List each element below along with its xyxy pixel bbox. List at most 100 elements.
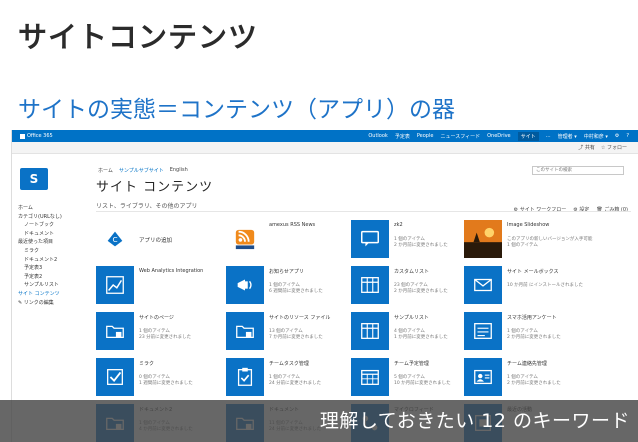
app-tile[interactable]: チームタスク管理 1 個のアイテム 24 分前に変更されました xyxy=(226,358,356,398)
contact-icon[interactable] xyxy=(464,358,502,396)
app-tile-title[interactable]: Web Analytics Integration xyxy=(139,268,203,274)
app-tile-title[interactable]: amexus RSS News xyxy=(269,222,315,228)
page-title: サイト コンテンツ xyxy=(96,180,214,195)
app-tile[interactable]: サイト メールボックス 10 か月前 にインストールされました xyxy=(464,266,594,306)
office365-brand[interactable]: Office 365 xyxy=(20,133,53,139)
leftnav-item[interactable]: ノートブック xyxy=(18,221,90,230)
suite-link[interactable]: People xyxy=(417,133,434,139)
leftnav-item[interactable]: ホーム xyxy=(18,204,90,213)
app-tile[interactable]: サイトのリソース ファイル 13 個のアイテム 7 か月前に変更されました xyxy=(226,312,356,352)
calendar-icon[interactable] xyxy=(351,358,389,396)
breadcrumb-lang[interactable]: English xyxy=(170,167,188,174)
sharepoint-logo[interactable]: S xyxy=(20,168,48,190)
app-tile-title[interactable]: アプリの追加 xyxy=(139,236,172,244)
leftnav-item[interactable]: ドキュメント xyxy=(18,230,90,239)
breadcrumb-home[interactable]: ホーム xyxy=(98,167,113,174)
app-tile[interactable]: チーム連絡先管理 1 個のアイテム 2 か月前に変更されました xyxy=(464,358,594,398)
leftnav-item[interactable]: 最近使った項目 xyxy=(18,238,90,247)
rss-icon[interactable] xyxy=(226,220,264,258)
task-icon[interactable] xyxy=(226,358,264,396)
app-tile-meta: 10 か月前 にインストールされました xyxy=(507,283,583,288)
app-tile-meta: 7 か月前に変更されました xyxy=(269,335,323,340)
app-tile-title[interactable]: サイト メールボックス xyxy=(507,268,558,275)
list-icon[interactable] xyxy=(351,266,389,304)
leftnav-item[interactable]: 予定表3 xyxy=(18,264,90,273)
leftnav-item[interactable]: ドキュメント2 xyxy=(18,256,90,265)
app-tile[interactable]: お知らせアプリ 1 個のアイテム 6 週間前に変更されました xyxy=(226,266,356,306)
app-tile[interactable]: C アプリの追加 xyxy=(96,220,226,260)
suite-link[interactable]: Outlook xyxy=(368,133,387,139)
folder-icon[interactable] xyxy=(96,312,134,350)
search-input[interactable]: このサイトの検索 xyxy=(532,166,624,175)
app-tile[interactable]: ミラク 0 個のアイテム 1 週間前に変更されました xyxy=(96,358,226,398)
app-tile[interactable]: サイトのページ 1 個のアイテム 23 分前に変更されました xyxy=(96,312,226,352)
suite-link[interactable]: 中村和彦 ▾ xyxy=(584,133,608,140)
follow-button[interactable]: ☆ フォロー xyxy=(601,144,627,151)
app-tile-title[interactable]: チーム予定管理 xyxy=(394,360,429,367)
app-tile-title[interactable]: zk2 xyxy=(394,222,403,228)
app-tile-title[interactable]: サイトのページ xyxy=(139,314,174,321)
app-tile-meta: 24 分前に変更されました xyxy=(269,381,322,386)
app-tile-meta: 23 分前に変更されました xyxy=(139,335,192,340)
list-icon[interactable] xyxy=(351,312,389,350)
app-tile-title[interactable]: スマホ活用アンケート xyxy=(507,314,557,321)
app-tile[interactable]: amexus RSS News xyxy=(226,220,356,260)
leftnav-item[interactable]: 予定表2 xyxy=(18,273,90,282)
analytics-icon[interactable] xyxy=(96,266,134,304)
photo-icon[interactable] xyxy=(464,220,502,258)
app-tile-title[interactable]: サイトのリソース ファイル xyxy=(269,314,330,321)
app-tile-title[interactable]: サンプルリスト xyxy=(394,314,429,321)
leftnav-item[interactable]: ミラク xyxy=(18,247,90,256)
add-app-icon[interactable]: C xyxy=(96,220,134,258)
megaphone-icon[interactable] xyxy=(226,266,264,304)
survey-icon[interactable] xyxy=(464,312,502,350)
folder-icon[interactable] xyxy=(226,312,264,350)
app-tile-meta: 2 か月前に変更されました xyxy=(507,335,561,340)
app-tile[interactable]: Web Analytics Integration xyxy=(96,266,226,306)
suite-link[interactable]: ? xyxy=(626,133,629,139)
svg-text:C: C xyxy=(112,235,117,244)
suite-link[interactable]: OneDrive xyxy=(487,133,511,139)
brand-label: Office 365 xyxy=(27,133,53,139)
app-tile-title[interactable]: チームタスク管理 xyxy=(269,360,309,367)
app-tile[interactable]: チーム予定管理 5 個のアイテム 10 か月前に変更されました xyxy=(351,358,481,398)
recycle-label: ごみ箱 (0) xyxy=(604,207,628,213)
app-tile-meta: 10 か月前に変更されました xyxy=(394,381,451,386)
chat-icon[interactable] xyxy=(351,220,389,258)
app-tile-meta: 6 週間前に変更されました xyxy=(269,289,323,294)
app-tile[interactable]: zk2 1 個のアイテム 2 か月前に変更されました xyxy=(351,220,481,260)
slide-title: サイトコンテンツ xyxy=(18,20,259,54)
app-tile[interactable]: カスタムリスト 23 個のアイテム 2 か月前に変更されました xyxy=(351,266,481,306)
footer-caption: 理解しておきたい 12 のキーワード xyxy=(319,410,630,432)
share-button[interactable]: ⤴ 共有 xyxy=(578,144,595,151)
app-tile-meta: 1 か月前に変更されました xyxy=(394,335,448,340)
suite-link[interactable]: 予定表 xyxy=(395,133,410,140)
leftnav-item[interactable]: ✎ リンクの編集 xyxy=(18,299,90,308)
leftnav-item[interactable]: サイト コンテンツ xyxy=(18,290,90,299)
app-tile-title[interactable]: ミラク xyxy=(139,360,154,367)
breadcrumb-site[interactable]: サンプルサブサイト xyxy=(119,167,164,174)
app-tile[interactable]: サンプルリスト 4 個のアイテム 1 か月前に変更されました xyxy=(351,312,481,352)
leftnav-item[interactable]: サンプルリスト xyxy=(18,281,90,290)
suite-link[interactable]: ニュースフィード xyxy=(440,133,480,140)
follow-label: フォロー xyxy=(606,145,627,151)
left-navigation: ホーム カテゴリ(URLなし) ノートブック ドキュメント 最近使った項目 ミラク ドキュメ… xyxy=(18,204,90,307)
ribbon-bar: ⤴ 共有 ☆ フォロー xyxy=(12,142,638,154)
mail-icon[interactable] xyxy=(464,266,502,304)
suite-link[interactable]: ⚙ xyxy=(615,133,619,139)
section-divider xyxy=(96,211,631,212)
app-tile[interactable]: スマホ活用アンケート 1 個のアイテム 2 か月前に変更されました xyxy=(464,312,594,352)
app-tile-title[interactable]: Image Slideshow xyxy=(507,222,549,228)
suite-link[interactable]: … xyxy=(546,133,551,139)
suite-link[interactable]: 管理者 ▾ xyxy=(558,133,577,140)
share-label: 共有 xyxy=(584,145,595,151)
check-icon[interactable] xyxy=(96,358,134,396)
leftnav-item[interactable]: カテゴリ(URLなし) xyxy=(18,213,90,222)
app-tile[interactable]: Image Slideshow このアプリの新しいバージョンが入手可能 1 個のアイ… xyxy=(464,220,594,260)
suite-links: Outlook 予定表 People ニュースフィード OneDrive サイト … 管理者 … xyxy=(368,131,638,141)
app-tile-title[interactable]: お知らせアプリ xyxy=(269,268,304,275)
suite-link[interactable]: サイト xyxy=(517,131,539,141)
settings-label: 設定 xyxy=(579,207,590,213)
app-tile-title[interactable]: チーム連絡先管理 xyxy=(507,360,547,367)
app-tile-title[interactable]: カスタムリスト xyxy=(394,268,429,275)
